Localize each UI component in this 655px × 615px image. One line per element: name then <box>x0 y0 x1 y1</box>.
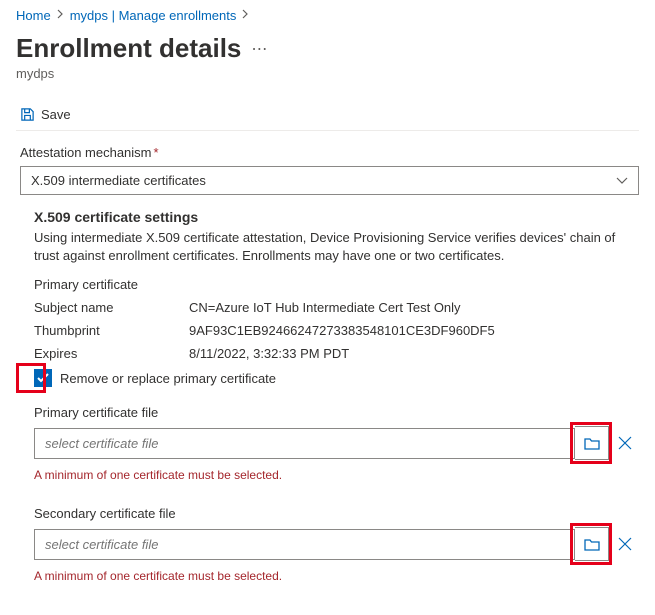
close-icon <box>618 436 632 450</box>
x509-description: Using intermediate X.509 certificate att… <box>34 229 639 265</box>
save-button[interactable]: Save <box>16 105 75 124</box>
thumbprint-value: 9AF93C1EB92466247273383548101CE3DF960DF5 <box>189 323 639 338</box>
attestation-value: X.509 intermediate certificates <box>31 173 206 188</box>
secondary-file-browse-button[interactable] <box>575 527 609 561</box>
breadcrumb-home[interactable]: Home <box>16 8 51 23</box>
secondary-file-clear-button[interactable] <box>611 530 639 558</box>
save-button-label: Save <box>41 107 71 122</box>
more-actions-button[interactable]: ⋯ <box>251 39 268 59</box>
secondary-file-label: Secondary certificate file <box>34 506 639 521</box>
primary-file-input[interactable] <box>34 428 575 459</box>
thumbprint-label: Thumbprint <box>34 323 189 338</box>
expires-label: Expires <box>34 346 189 361</box>
folder-icon <box>584 437 600 450</box>
chevron-down-icon <box>616 173 628 188</box>
x509-heading: X.509 certificate settings <box>34 209 639 225</box>
chevron-right-icon <box>57 9 64 22</box>
remove-replace-label: Remove or replace primary certificate <box>60 371 276 386</box>
primary-cert-heading: Primary certificate <box>34 277 639 292</box>
subject-value: CN=Azure IoT Hub Intermediate Cert Test … <box>189 300 639 315</box>
breadcrumb: Home mydps | Manage enrollments <box>16 8 639 23</box>
expires-value: 8/11/2022, 3:32:33 PM PDT <box>189 346 639 361</box>
close-icon <box>618 537 632 551</box>
attestation-label: Attestation mechanism* <box>20 145 639 160</box>
primary-file-clear-button[interactable] <box>611 429 639 457</box>
page-subtitle: mydps <box>16 66 639 81</box>
primary-file-label: Primary certificate file <box>34 405 639 420</box>
subject-label: Subject name <box>34 300 189 315</box>
remove-replace-checkbox[interactable] <box>34 369 52 387</box>
folder-icon <box>584 538 600 551</box>
breadcrumb-item[interactable]: mydps | Manage enrollments <box>70 8 237 23</box>
toolbar: Save <box>16 99 639 131</box>
attestation-select[interactable]: X.509 intermediate certificates <box>20 166 639 195</box>
save-icon <box>20 107 35 122</box>
primary-file-browse-button[interactable] <box>575 426 609 460</box>
secondary-file-input[interactable] <box>34 529 575 560</box>
secondary-file-error: A minimum of one certificate must be sel… <box>34 569 639 583</box>
page-title: Enrollment details <box>16 33 241 64</box>
chevron-right-icon <box>242 9 249 22</box>
primary-file-error: A minimum of one certificate must be sel… <box>34 468 639 482</box>
